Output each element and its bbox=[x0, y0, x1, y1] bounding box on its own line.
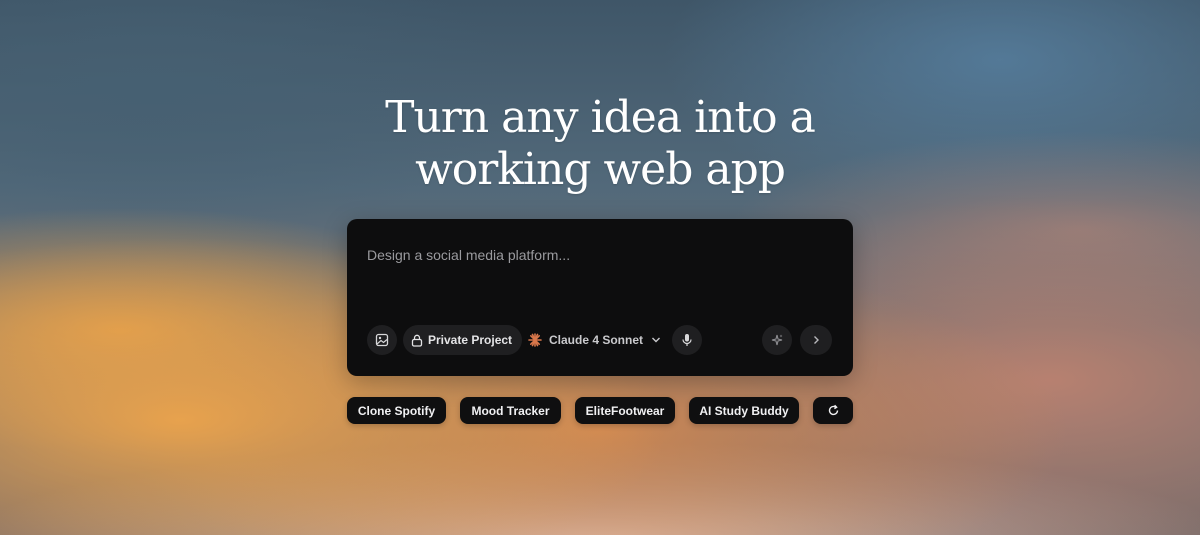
private-project-button[interactable]: Private Project bbox=[403, 325, 523, 355]
suggestion-chip[interactable]: Clone Spotify bbox=[347, 397, 446, 424]
suggestion-label: AI Study Buddy bbox=[699, 403, 789, 418]
chevron-right-icon bbox=[812, 335, 820, 345]
image-icon bbox=[375, 333, 389, 347]
suggestion-label: Mood Tracker bbox=[471, 403, 550, 418]
attach-image-button[interactable] bbox=[367, 325, 397, 355]
hero-title: Turn any idea into a working web app bbox=[0, 92, 1200, 196]
suggestion-chip[interactable]: AI Study Buddy bbox=[689, 397, 799, 424]
hero-title-line-2: working web app bbox=[415, 144, 786, 195]
sparkles-icon bbox=[770, 333, 784, 347]
claude-sparkle-icon bbox=[528, 333, 542, 347]
send-button[interactable] bbox=[800, 325, 832, 355]
refresh-icon bbox=[827, 404, 840, 417]
suggestion-chip[interactable]: Mood Tracker bbox=[460, 397, 561, 424]
hero-title-line-1: Turn any idea into a bbox=[385, 92, 816, 143]
microphone-icon bbox=[681, 333, 693, 347]
chevron-down-icon bbox=[651, 336, 661, 344]
suggestion-label: EliteFootwear bbox=[585, 403, 665, 418]
prompt-input[interactable] bbox=[367, 243, 833, 267]
model-selector[interactable]: Claude 4 Sonnet bbox=[528, 325, 661, 355]
enhance-prompt-button[interactable] bbox=[762, 325, 792, 355]
voice-input-button[interactable] bbox=[672, 325, 702, 355]
refresh-suggestions-button[interactable] bbox=[813, 397, 853, 424]
suggestion-label: Clone Spotify bbox=[357, 403, 436, 418]
suggestion-chip[interactable]: EliteFootwear bbox=[575, 397, 675, 424]
private-project-label: Private Project bbox=[428, 333, 513, 347]
model-label: Claude 4 Sonnet bbox=[549, 333, 644, 347]
lock-icon bbox=[411, 334, 423, 347]
